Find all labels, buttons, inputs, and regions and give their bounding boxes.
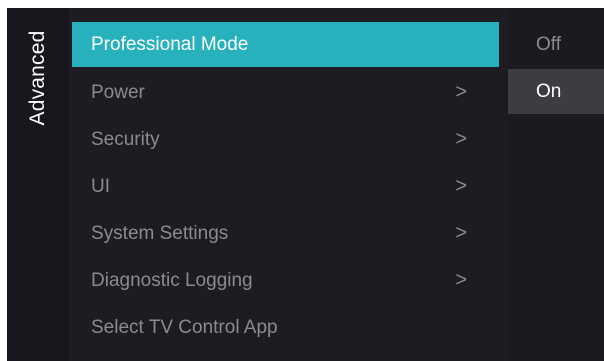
option-off[interactable]: Off [508,22,604,67]
chevron-right-icon: > [455,269,467,291]
tv-settings-screen: Advanced Professional Mode Power > Secur… [7,8,604,361]
chevron-right-icon: > [455,222,467,244]
menu-item-label: Diagnostic Logging [91,270,253,291]
menu-item-label: UI [91,176,110,197]
settings-menu-list: Professional Mode Power > Security > UI … [72,22,499,351]
menu-item-label: Security [91,129,160,150]
chevron-right-icon: > [455,81,467,103]
option-on[interactable]: On [508,69,604,114]
menu-item-label: System Settings [91,223,229,244]
chevron-right-icon: > [455,175,467,197]
chevron-right-icon: > [455,128,467,150]
menu-item-security[interactable]: Security > [72,116,499,163]
menu-item-professional-mode[interactable]: Professional Mode [72,22,499,67]
menu-item-label: Select TV Control App [91,317,278,338]
menu-item-label: Power [91,82,145,103]
sidebar-tab-label: Advanced [26,30,49,126]
menu-item-ui[interactable]: UI > [72,163,499,210]
menu-item-diagnostic-logging[interactable]: Diagnostic Logging > [72,257,499,304]
settings-menu-panel: Professional Mode Power > Security > UI … [69,8,508,361]
menu-item-power[interactable]: Power > [72,69,499,116]
menu-item-system-settings[interactable]: System Settings > [72,210,499,257]
sidebar-tab[interactable]: Advanced [7,8,69,361]
options-panel: Off On [508,8,604,361]
options-list: Off On [508,22,604,116]
menu-item-select-tv-control-app[interactable]: Select TV Control App [72,304,499,351]
menu-item-label: Professional Mode [91,34,249,55]
